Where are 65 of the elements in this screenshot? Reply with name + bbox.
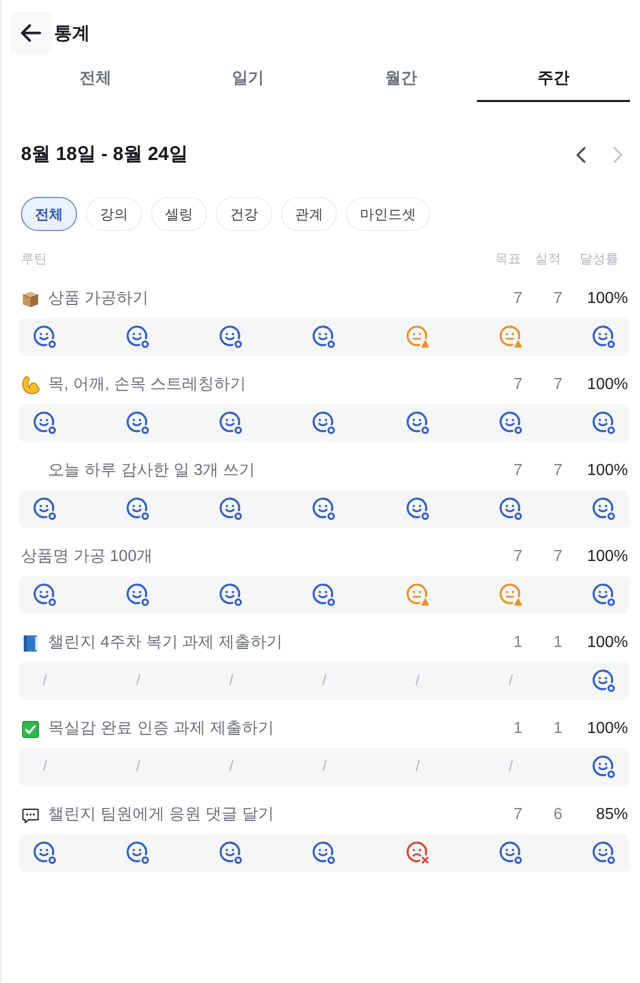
chevron-right-icon <box>612 147 624 163</box>
achievement-rate: 100% <box>586 289 628 309</box>
no-record-mark: / <box>508 670 514 691</box>
category-chip[interactable]: 건강 <box>216 197 272 231</box>
chevron-left-icon <box>575 147 587 163</box>
goal-count: 7 <box>512 461 524 481</box>
checkbox-icon <box>21 720 40 738</box>
achievement-rate: 100% <box>586 633 628 653</box>
category-chip[interactable]: 전체 <box>21 197 77 231</box>
no-record-mark: / <box>321 670 328 691</box>
view-tab[interactable]: 주간 <box>477 58 630 102</box>
achievement-rate: 100% <box>586 375 628 395</box>
actual-count: 1 <box>552 719 564 739</box>
no-record-mark: / <box>228 756 234 777</box>
page-title: 통계 <box>54 22 90 44</box>
routine-title: 챌린지 4주차 복기 과제 제출하기 <box>48 633 284 653</box>
back-button[interactable] <box>10 12 52 54</box>
column-header: 목표 <box>494 250 522 268</box>
category-chip[interactable]: 마인드셋 <box>346 197 430 231</box>
column-header: 달성률 <box>578 250 620 268</box>
goal-count: 7 <box>512 375 524 395</box>
actual-count: 7 <box>552 375 564 395</box>
view-tab[interactable]: 전체 <box>19 58 172 102</box>
goal-count: 1 <box>512 633 524 653</box>
achievement-rate: 100% <box>586 719 628 739</box>
goal-count: 7 <box>512 805 524 825</box>
no-record-mark: / <box>414 670 421 691</box>
no-record-mark: / <box>42 756 48 777</box>
category-chip[interactable]: 관계 <box>281 197 337 231</box>
view-tab[interactable]: 일기 <box>172 58 324 102</box>
view-tab[interactable]: 월간 <box>324 58 478 102</box>
goal-count: 1 <box>512 719 524 739</box>
routine-title: 오늘 하루 감사한 일 3개 쓰기 <box>48 461 256 481</box>
no-record-mark: / <box>42 670 48 691</box>
no-record-mark: / <box>414 756 421 777</box>
book-icon <box>21 634 40 652</box>
box-icon <box>21 290 40 308</box>
no-record-mark: / <box>135 756 142 777</box>
achievement-rate: 100% <box>586 461 628 481</box>
actual-count: 6 <box>552 805 564 825</box>
arrow-left-icon <box>21 23 41 43</box>
no-record-mark: / <box>321 756 328 777</box>
week-range: 8월 18일 - 8월 24일 <box>21 142 189 167</box>
goal-count: 7 <box>512 547 524 567</box>
routine-title: 목, 어깨, 손목 스트레칭하기 <box>48 375 248 395</box>
speech-bubble-icon <box>21 806 40 824</box>
column-header: 실적 <box>534 250 562 268</box>
actual-count: 7 <box>552 461 564 481</box>
achievement-rate: 100% <box>586 547 628 567</box>
no-record-mark: / <box>135 670 142 691</box>
actual-count: 7 <box>552 289 564 309</box>
routine-title: 상품명 가공 100개 <box>21 547 154 567</box>
column-header: 루틴 <box>21 250 48 268</box>
actual-count: 1 <box>552 633 564 653</box>
category-chip[interactable]: 강의 <box>86 197 142 231</box>
actual-count: 7 <box>552 547 564 567</box>
category-chip[interactable]: 셀링 <box>151 197 207 231</box>
no-record-mark: / <box>228 670 234 691</box>
achievement-rate: 85% <box>594 805 628 825</box>
routine-title: 목실감 완료 인증 과제 제출하기 <box>48 719 275 739</box>
goal-count: 7 <box>512 289 524 309</box>
routine-title: 챌린지 팀원에게 응원 댓글 달기 <box>48 805 275 825</box>
routine-title: 상품 가공하기 <box>48 289 150 309</box>
flexed-arm-icon <box>21 376 40 394</box>
no-record-mark: / <box>508 756 514 777</box>
